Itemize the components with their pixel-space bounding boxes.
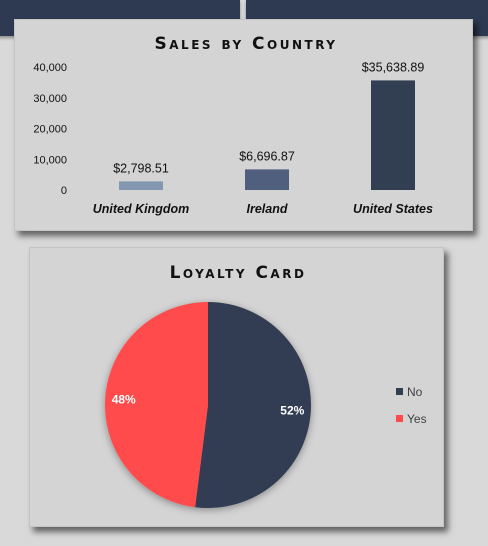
bar-chart-title: Sales by Country — [155, 34, 338, 54]
bar-united-states[interactable] — [371, 80, 415, 190]
sales-by-country-panel: Sales by Country 0 10,000 20,000 30,000 40,0… — [14, 19, 473, 231]
pie-percent-label: 48% — [112, 393, 136, 407]
x-category-label: United Kingdom — [93, 202, 190, 216]
x-category-label: Ireland — [247, 202, 288, 216]
y-tick-label: 30,000 — [33, 93, 67, 105]
loyalty-card-chart: Loyalty Card 52% 48% No Yes — [104, 263, 427, 508]
y-tick-label: 20,000 — [33, 124, 67, 136]
legend-label-no: No — [407, 385, 423, 399]
loyalty-card-panel: Loyalty Card 52% 48% No Yes — [29, 247, 444, 527]
bar-value-label: $35,638.89 — [362, 60, 425, 74]
pie-chart-title: Loyalty Card — [170, 263, 307, 283]
y-tick-label: 40,000 — [33, 62, 67, 74]
bar-value-label: $6,696.87 — [239, 149, 295, 163]
x-category-label: United States — [353, 202, 433, 216]
sales-by-country-chart: Sales by Country 0 10,000 20,000 30,000 40,0… — [33, 34, 433, 216]
bar-united-kingdom[interactable] — [119, 181, 163, 190]
y-tick-label: 0 — [61, 185, 67, 197]
legend-swatch-no — [396, 388, 403, 395]
bar-value-label: $2,798.51 — [113, 161, 169, 175]
legend-label-yes: Yes — [407, 412, 427, 426]
pie-percent-label: 52% — [280, 403, 304, 417]
bar-ireland[interactable] — [245, 169, 289, 190]
y-tick-label: 10,000 — [33, 154, 67, 166]
legend-swatch-yes — [396, 415, 403, 422]
